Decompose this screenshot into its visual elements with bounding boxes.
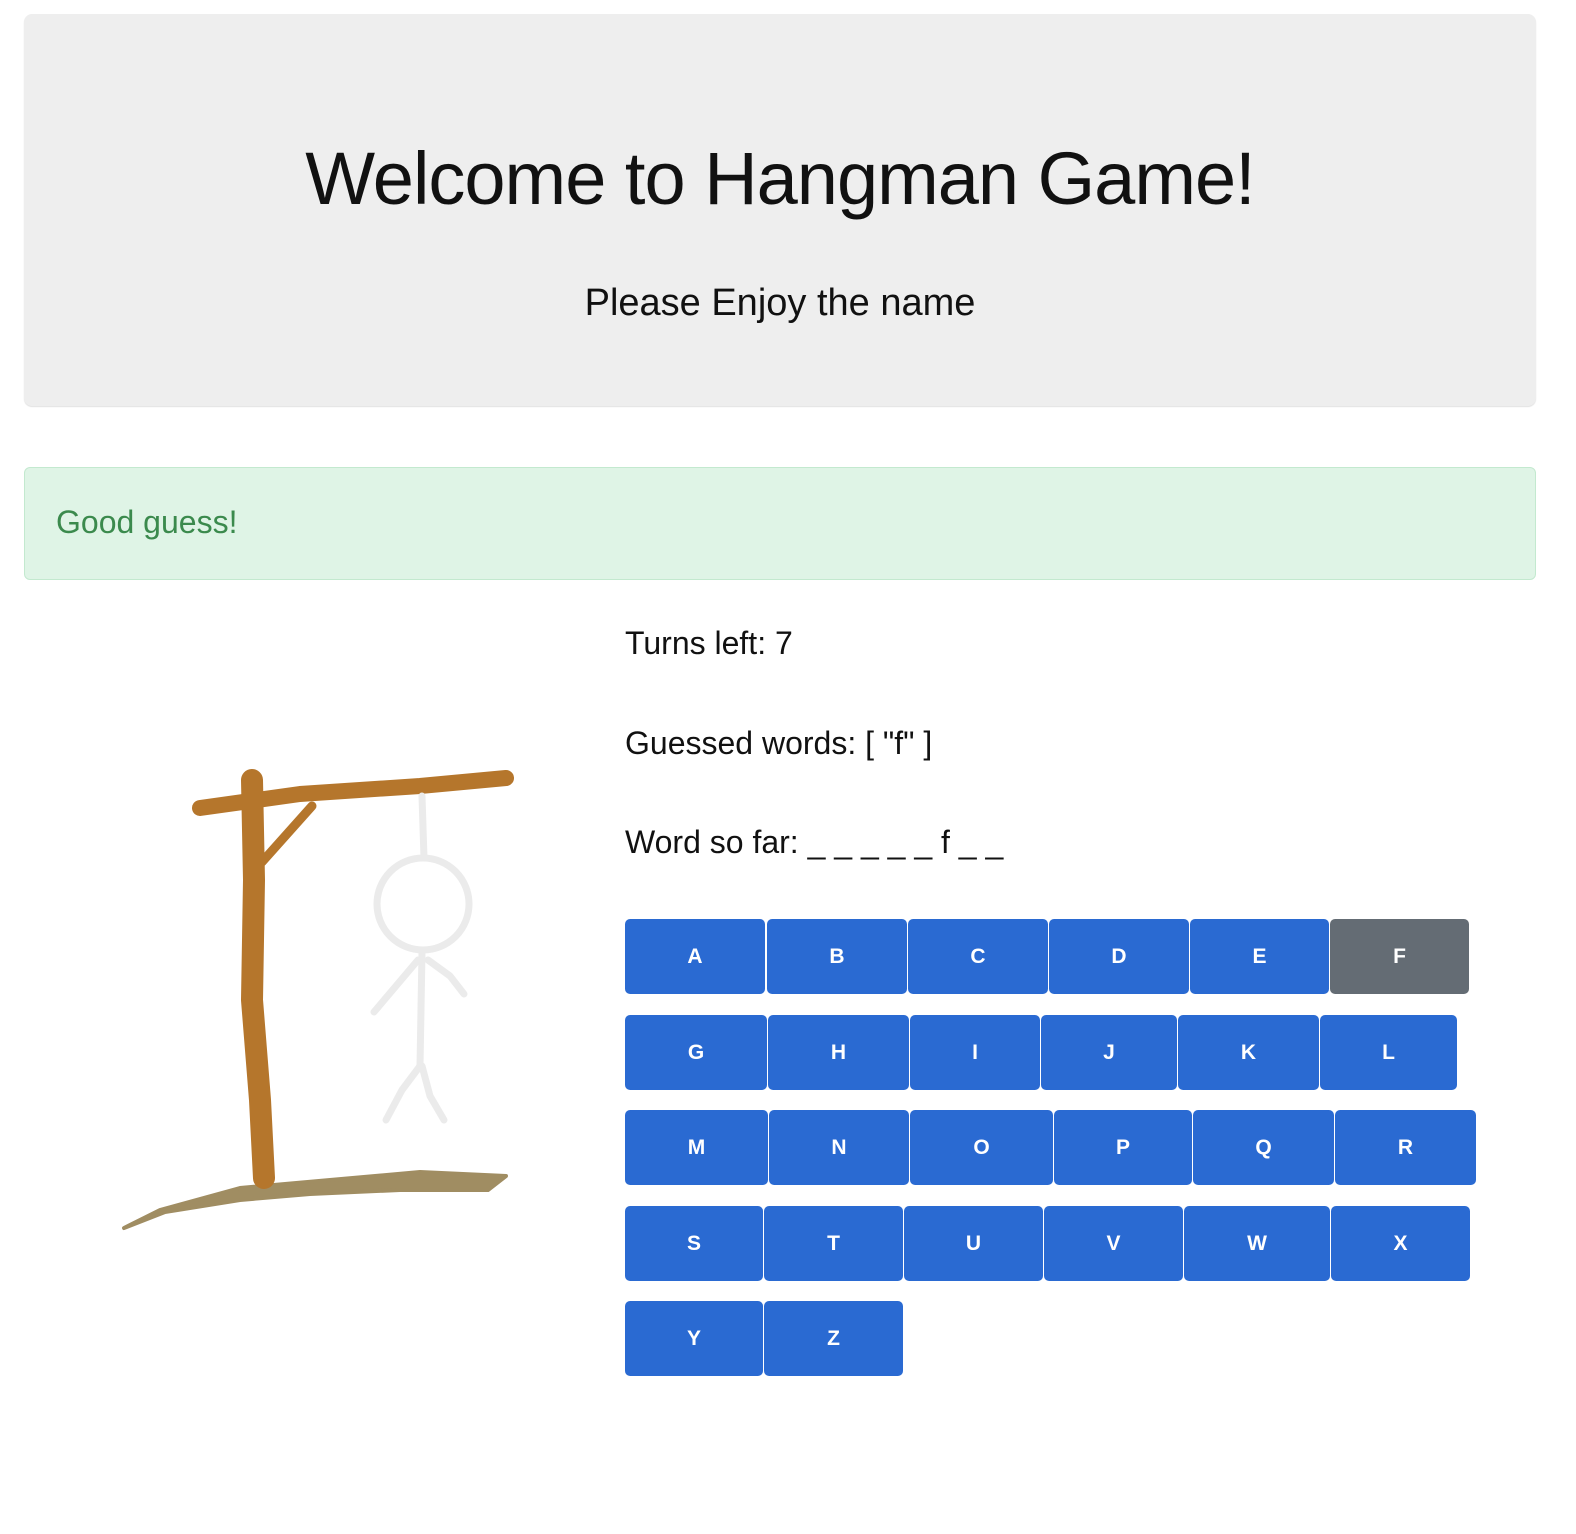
letter-button-i[interactable]: I [910, 1015, 1040, 1090]
letter-button-q[interactable]: Q [1193, 1110, 1334, 1185]
guessed-words-label: Guessed words: [625, 725, 857, 761]
letter-button-k[interactable]: K [1178, 1015, 1319, 1090]
letter-button-c[interactable]: C [908, 919, 1048, 994]
alert-message: Good guess! [56, 504, 238, 540]
turns-left-value: 7 [774, 625, 793, 661]
alert-success: Good guess! [24, 467, 1536, 580]
letter-button-g[interactable]: G [625, 1015, 767, 1090]
letter-button-y[interactable]: Y [625, 1301, 763, 1376]
letter-button-h[interactable]: H [768, 1015, 909, 1090]
figure-head [373, 854, 473, 954]
figure-arm-right [424, 956, 468, 998]
hangman-drawing [122, 769, 514, 1230]
letter-button-w[interactable]: W [1184, 1206, 1330, 1281]
guessed-words: Guessed words: [ "f" ] [625, 727, 932, 759]
page-subtitle: Please Enjoy the name [584, 282, 976, 324]
letter-button-m[interactable]: M [625, 1110, 768, 1185]
gallows-brace [257, 801, 317, 867]
header-jumbotron: Welcome to Hangman Game! Please Enjoy th… [24, 14, 1536, 406]
letter-button-d[interactable]: D [1049, 919, 1189, 994]
letter-button-s[interactable]: S [625, 1206, 763, 1281]
gallows-post [241, 769, 275, 1189]
rope [418, 792, 428, 862]
letter-button-o[interactable]: O [910, 1110, 1053, 1185]
letter-button-t[interactable]: T [764, 1206, 903, 1281]
letter-button-a[interactable]: A [625, 919, 765, 994]
page-title: Welcome to Hangman Game! [305, 137, 1255, 220]
letter-button-e[interactable]: E [1190, 919, 1329, 994]
word-so-far: Word so far: _ _ _ _ _ f _ _ [625, 826, 1003, 858]
word-so-far-label: Word so far: [625, 824, 799, 860]
letter-button-p[interactable]: P [1054, 1110, 1192, 1185]
guessed-words-value: [ "f" ] [865, 725, 933, 761]
gallows [122, 769, 514, 1230]
letter-button-z[interactable]: Z [764, 1301, 903, 1376]
letter-button-v[interactable]: V [1044, 1206, 1183, 1281]
figure-arm-left [370, 956, 422, 1016]
turns-left-label: Turns left: [625, 625, 767, 661]
figure-body [416, 948, 426, 1070]
stick-figure [370, 792, 473, 1124]
letter-button-f[interactable]: F [1330, 919, 1469, 994]
turns-left: Turns left: 7 [625, 627, 793, 659]
letter-button-l[interactable]: L [1320, 1015, 1457, 1090]
letter-button-u[interactable]: U [904, 1206, 1043, 1281]
letter-button-r[interactable]: R [1335, 1110, 1476, 1185]
letter-button-b[interactable]: B [767, 919, 907, 994]
figure-leg-right [418, 1062, 448, 1124]
word-so-far-value: _ _ _ _ _ f _ _ [807, 824, 1004, 860]
letter-button-x[interactable]: X [1331, 1206, 1470, 1281]
letter-button-j[interactable]: J [1041, 1015, 1177, 1090]
figure-leg-left [382, 1062, 424, 1124]
ground-line [122, 1170, 508, 1230]
letter-button-n[interactable]: N [769, 1110, 909, 1185]
